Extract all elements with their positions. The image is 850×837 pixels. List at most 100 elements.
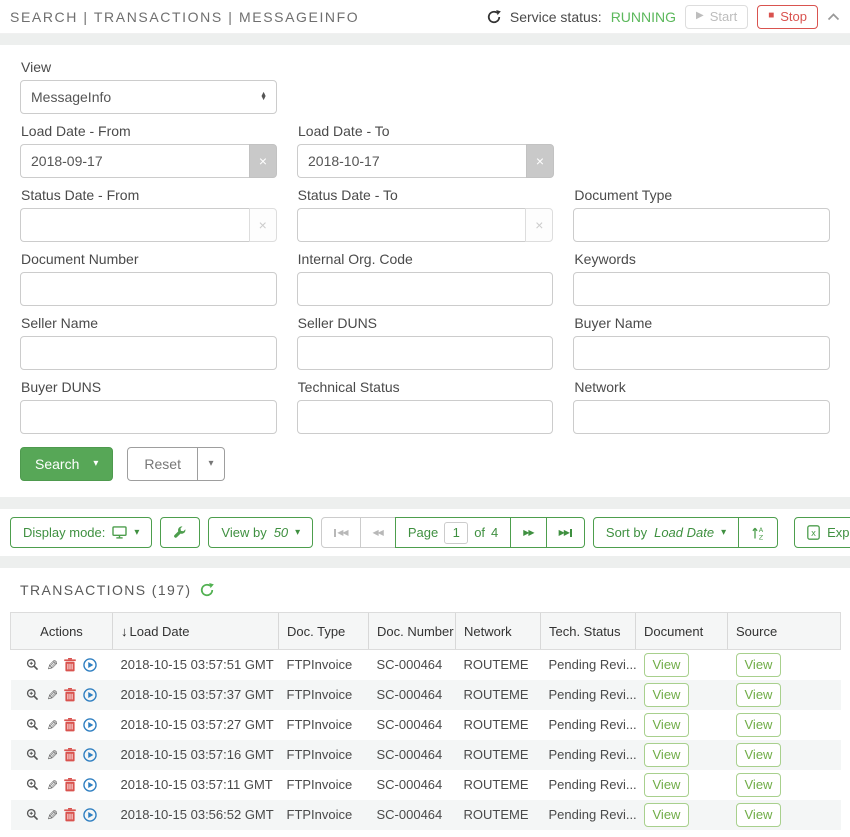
sort-by-value: Load Date [654,525,714,540]
delete-trash-icon[interactable] [64,688,76,702]
column-header-network[interactable]: Network [456,613,541,650]
seller-duns-input[interactable] [297,336,554,370]
pagination-prev-button[interactable]: ◀◀ [360,517,396,548]
source-view-button[interactable]: View [736,713,782,737]
pagination-first-button[interactable]: ◀◀ [321,517,360,548]
source-view-button[interactable]: View [736,683,782,707]
source-view-button[interactable]: View [736,773,782,797]
reset-button[interactable]: Reset [127,447,198,481]
seller-name-label: Seller Name [21,315,277,331]
keywords-input[interactable] [573,272,830,306]
status-date-to-label: Status Date - To [298,187,554,203]
column-header-load-date[interactable]: ↓Load Date [113,613,279,650]
source-view-button[interactable]: View [736,653,782,677]
document-view-button[interactable]: View [644,713,690,737]
search-button[interactable]: Search ▾ [20,447,113,481]
play-circle-icon[interactable] [83,778,97,792]
seller-name-input[interactable] [20,336,277,370]
refresh-status-icon[interactable] [487,10,501,24]
column-header-document[interactable]: Document [636,613,728,650]
load-date-to-clear-button[interactable]: × [526,144,554,178]
internal-org-code-input[interactable] [297,272,554,306]
search-form-panel: View MessageInfo ▲▼ Load Date - From × L… [0,45,850,497]
load-date-to-input[interactable] [297,144,526,178]
document-type-input[interactable] [573,208,830,242]
view-select[interactable]: MessageInfo ▲▼ [20,80,277,114]
page-prev-icon: ◀◀ [373,529,383,537]
document-view-button[interactable]: View [644,683,690,707]
view-by-value: 50 [274,525,288,540]
document-view-button[interactable]: View [644,803,690,827]
display-mode-button[interactable]: Display mode: ▾ [10,517,152,548]
technical-status-input[interactable] [297,400,554,434]
doc-type-cell: FTPInvoice [279,650,369,680]
zoom-magnifier-icon[interactable] [26,688,39,701]
table-header-row: Actions ↓Load Date Doc. Type Doc. Number… [11,613,841,650]
seller-duns-label: Seller DUNS [298,315,554,331]
page-number-input[interactable] [444,522,468,544]
status-date-to-clear-button[interactable]: × [525,208,553,242]
status-date-from-clear-button[interactable]: × [249,208,277,242]
transactions-tbody: ✎ 2018-10-15 03:57:51 GMT FTPInvoice SC-… [11,650,841,830]
buyer-name-input[interactable] [573,336,830,370]
status-date-to-input[interactable] [297,208,526,242]
sort-by-button[interactable]: Sort by Load Date ▾ [593,517,739,548]
load-date-from-clear-button[interactable]: × [249,144,277,178]
pagination-last-button[interactable]: ▶▶ [546,517,585,548]
play-circle-icon[interactable] [83,718,97,732]
document-number-input[interactable] [20,272,277,306]
network-input[interactable] [573,400,830,434]
edit-pencil-icon[interactable]: ✎ [46,808,58,822]
document-view-button[interactable]: View [644,773,690,797]
settings-wrench-button[interactable] [160,517,200,548]
edit-pencil-icon[interactable]: ✎ [46,688,58,702]
edit-pencil-icon[interactable]: ✎ [46,718,58,732]
column-header-source[interactable]: Source [728,613,841,650]
search-caret-down-icon[interactable]: ▾ [93,459,98,469]
doc-type-cell: FTPInvoice [279,800,369,830]
pagination-next-button[interactable]: ▶▶ [510,517,546,548]
delete-trash-icon[interactable] [64,718,76,732]
document-view-button[interactable]: View [644,653,690,677]
load-date-from-input[interactable] [20,144,249,178]
delete-trash-icon[interactable] [64,658,76,672]
edit-pencil-icon[interactable]: ✎ [46,748,58,762]
document-view-button[interactable]: View [644,743,690,767]
collapse-chevron-up-icon[interactable] [827,13,840,21]
status-date-from-input[interactable] [20,208,249,242]
load-date-cell: 2018-10-15 03:57:16 GMT [113,740,279,770]
delete-trash-icon[interactable] [64,748,76,762]
start-button[interactable]: ▶ Start [685,5,748,29]
play-circle-icon[interactable] [83,658,97,672]
source-view-button[interactable]: View [736,803,782,827]
zoom-magnifier-icon[interactable] [26,808,39,821]
stop-button[interactable]: ■ Stop [757,5,818,29]
edit-pencil-icon[interactable]: ✎ [46,778,58,792]
source-view-button[interactable]: View [736,743,782,767]
edit-pencil-icon[interactable]: ✎ [46,658,58,672]
document-number-label: Document Number [21,251,277,267]
buyer-duns-input[interactable] [20,400,277,434]
reset-caret-button[interactable]: ▾ [198,447,225,481]
zoom-magnifier-icon[interactable] [26,748,39,761]
sort-direction-button[interactable]: AZ [738,517,778,548]
zoom-magnifier-icon[interactable] [26,658,39,671]
view-by-button[interactable]: View by 50 ▾ [208,517,313,548]
table-row: ✎ 2018-10-15 03:57:51 GMT FTPInvoice SC-… [11,650,841,680]
breadcrumb[interactable]: SEARCH | TRANSACTIONS | MESSAGEINFO [10,9,359,25]
export-to-excel-button[interactable]: x Export to Excel [794,517,850,548]
play-circle-icon[interactable] [83,808,97,822]
play-circle-icon[interactable] [83,688,97,702]
column-header-doc-type[interactable]: Doc. Type [279,613,369,650]
doc-type-cell: FTPInvoice [279,740,369,770]
document-type-label: Document Type [574,187,830,203]
zoom-magnifier-icon[interactable] [26,778,39,791]
refresh-results-icon[interactable] [200,583,214,597]
zoom-magnifier-icon[interactable] [26,718,39,731]
delete-trash-icon[interactable] [64,778,76,792]
tech-status-cell: Pending Revi... [541,650,636,680]
delete-trash-icon[interactable] [64,808,76,822]
play-circle-icon[interactable] [83,748,97,762]
column-header-tech-status[interactable]: Tech. Status [541,613,636,650]
column-header-doc-number[interactable]: Doc. Number [369,613,456,650]
